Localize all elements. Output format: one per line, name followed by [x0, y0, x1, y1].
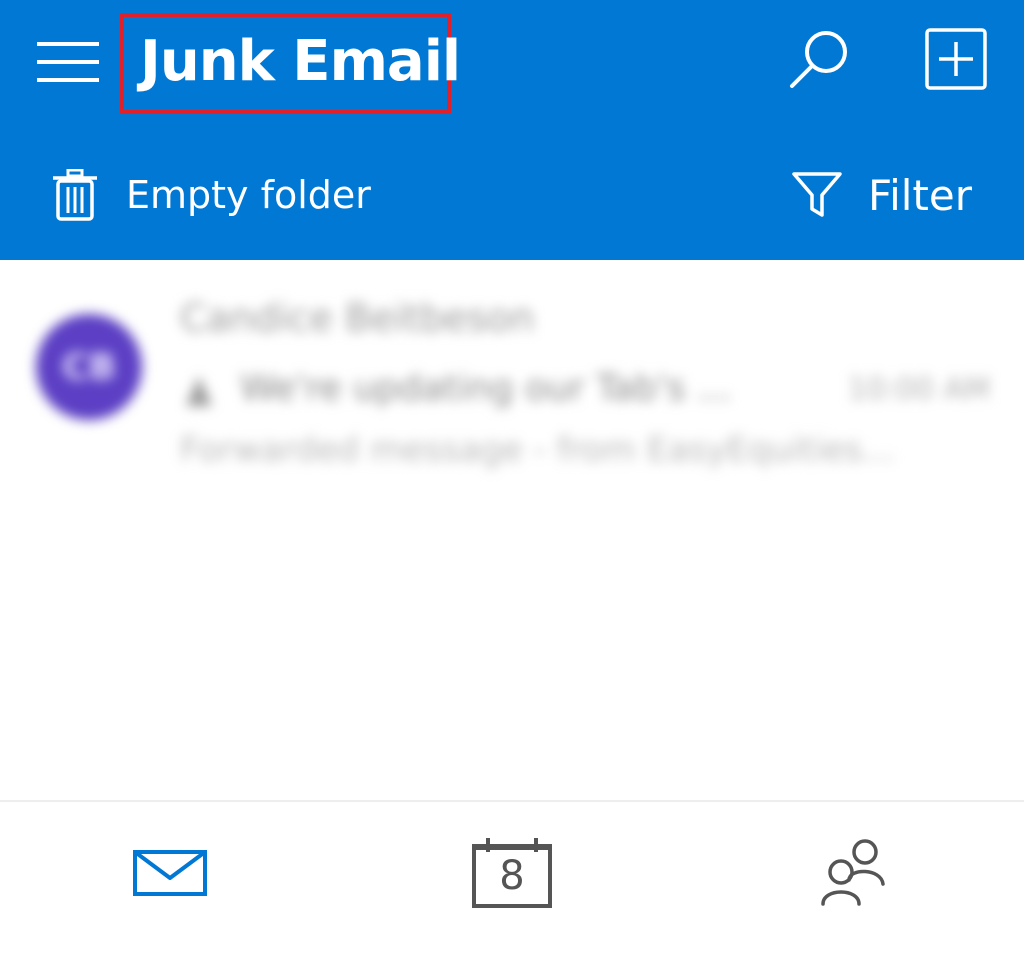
message-item[interactable]: CB Candice Beitbeson We're updating our …	[0, 290, 1024, 480]
filter-label: Filter	[867, 170, 972, 220]
nav-mail[interactable]	[110, 828, 230, 918]
message-time: 10:00 AM	[847, 372, 990, 407]
sender-avatar: CB	[36, 314, 142, 420]
outlook-app: Junk Email Empty folder Filter CB Candic…	[0, 0, 1024, 968]
compose-plus-icon	[925, 28, 987, 90]
hamburger-icon	[37, 42, 99, 82]
message-preview: Forwarded message - from EasyEquities...	[180, 430, 895, 470]
subject-row: We're updating our Tab's ... 10:00 AM	[180, 366, 990, 416]
people-icon	[821, 839, 885, 906]
filter-funnel-icon	[792, 172, 842, 217]
trash-icon	[53, 169, 97, 221]
warning-icon	[186, 376, 212, 406]
search-icon	[790, 31, 847, 88]
folder-title: Junk Email	[140, 29, 461, 94]
bottom-navigation: 8	[0, 800, 1024, 968]
message-list: CB Candice Beitbeson We're updating our …	[0, 260, 1024, 800]
filter-button[interactable]: Filter	[792, 160, 972, 230]
empty-folder-label: Empty folder	[126, 173, 371, 217]
avatar-initials: CB	[62, 346, 116, 388]
top-app-bar: Junk Email Empty folder Filter	[0, 0, 1024, 260]
new-message-button[interactable]	[918, 22, 994, 96]
nav-calendar[interactable]: 8	[452, 828, 572, 918]
calendar-date: 8	[499, 853, 525, 899]
search-button[interactable]	[782, 24, 858, 96]
message-subject: We're updating our Tab's ...	[240, 368, 732, 409]
empty-folder-button[interactable]: Empty folder	[52, 160, 371, 230]
calendar-icon: 8	[472, 838, 552, 908]
mail-icon	[133, 850, 207, 896]
hamburger-menu-button[interactable]	[30, 32, 106, 92]
message-sender: Candice Beitbeson	[180, 296, 535, 340]
nav-people[interactable]	[794, 828, 914, 918]
